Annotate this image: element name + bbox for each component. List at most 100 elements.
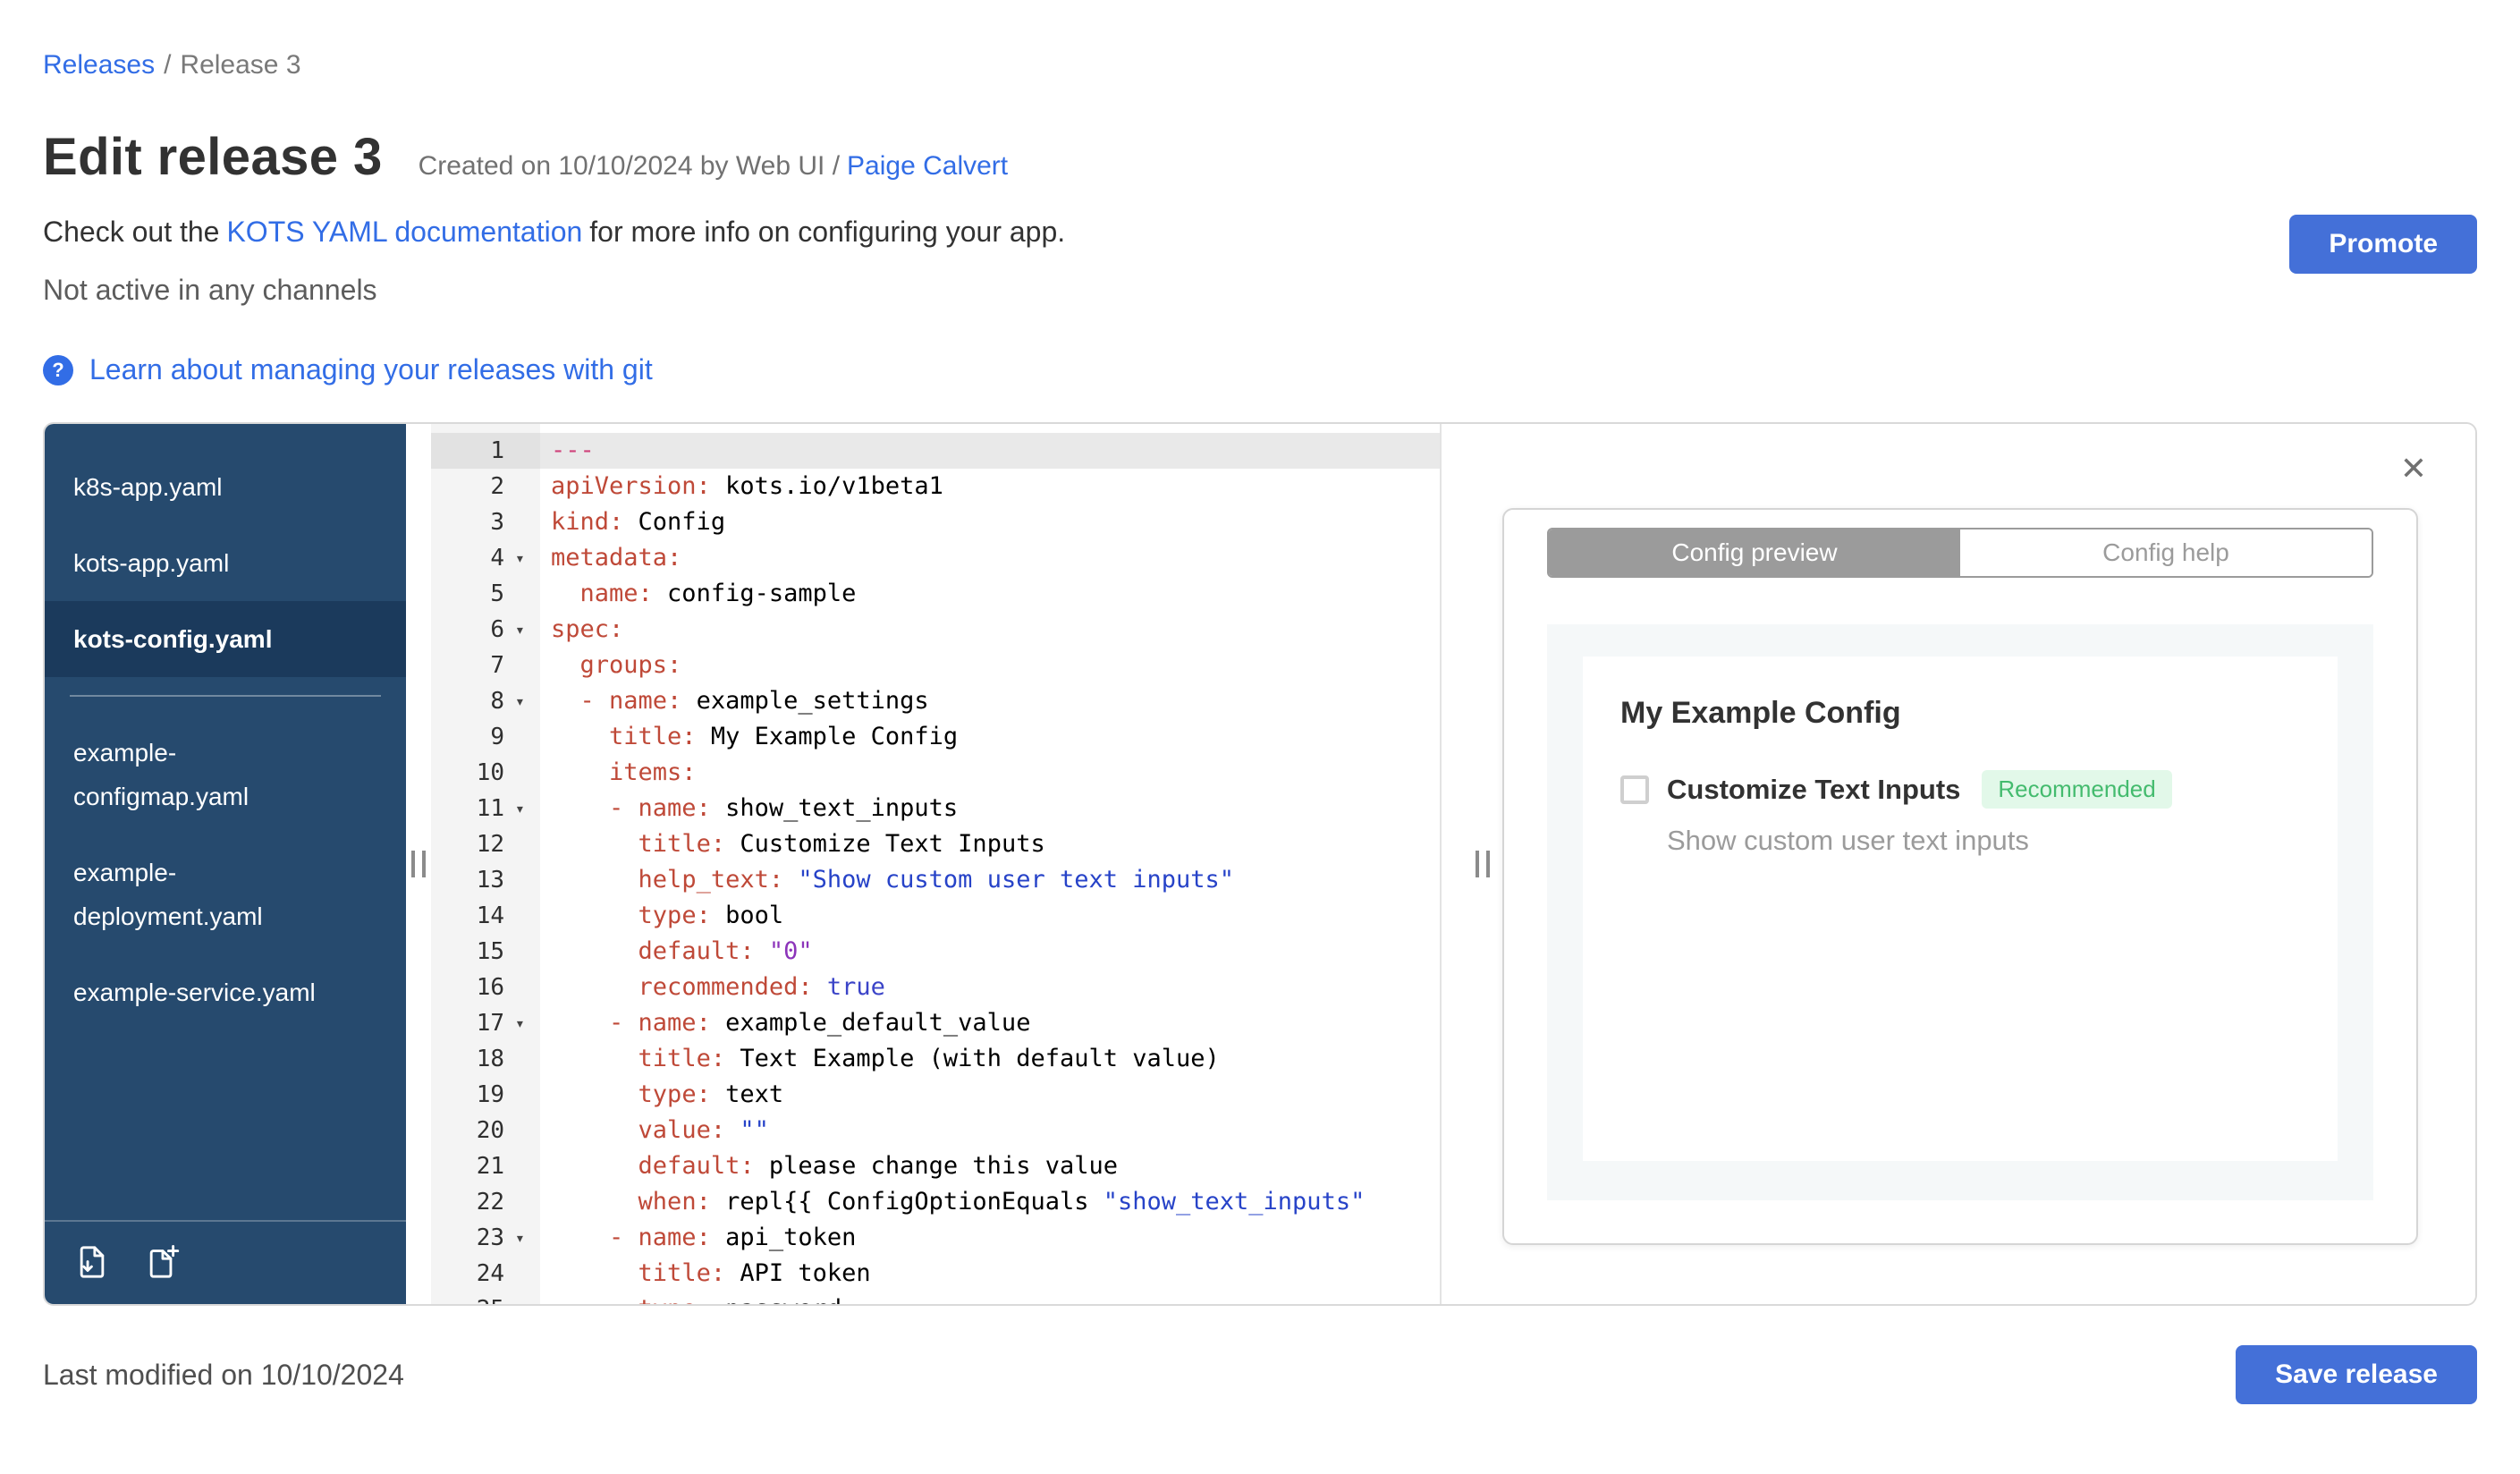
code-line-17[interactable]: - name: example_default_value [540,1005,1440,1041]
breadcrumb-current: Release 3 [180,50,301,80]
code-line-14[interactable]: type: bool [540,898,1440,934]
author-link[interactable]: Paige Calvert [847,151,1008,181]
line-number: 7 [490,652,504,679]
sidebar-file-example-configmap.yaml[interactable]: example-configmap.yaml [45,715,406,834]
gutter-line-3: 3 [431,504,540,540]
gutter-line-17: 17 ▾ [431,1005,540,1041]
code-line-8[interactable]: - name: example_settings [540,683,1440,719]
line-number: 22 [476,1189,504,1216]
sidebar-resize-column [406,424,431,1304]
breadcrumb-separator: / [164,50,172,80]
line-number: 4 [490,545,504,572]
code-line-3[interactable]: kind: Config [540,504,1440,540]
code-line-9[interactable]: title: My Example Config [540,719,1440,755]
sidebar-file-k8s-app.yaml[interactable]: k8s-app.yaml [45,449,406,525]
add-file-icon[interactable] [143,1243,181,1281]
line-number: 17 [476,1010,504,1037]
doc-text-prefix: Check out the [43,216,220,248]
yaml-editor[interactable]: 1 2 3 4 ▾ 5 6 ▾ 7 8 ▾ 9 10 11 ▾ 12 13 14 15 16 17 ▾ 18 19 20 21 22… [431,424,1442,1304]
line-number: 20 [476,1117,504,1144]
code-line-16[interactable]: recommended: true [540,970,1440,1005]
config-preview-box: Config preview Config help My Example Co… [1502,508,2418,1245]
config-group-title: My Example Config [1620,696,1901,730]
line-number: 1 [490,437,504,464]
config-preview-pane: ✕ Config preview Config help My Example … [1442,424,2475,1304]
kots-yaml-doc-link[interactable]: KOTS YAML documentation [226,216,582,248]
drag-handle-icon[interactable] [1476,851,1490,877]
code-line-15[interactable]: default: "0" [540,934,1440,970]
gutter-line-13: 13 [431,862,540,898]
config-item-row: Customize Text Inputs Recommended [1620,770,2300,809]
fold-arrow-icon[interactable]: ▾ [512,1014,540,1033]
doc-row: Check out the KOTS YAML documentation for … [43,216,2477,249]
line-number: 9 [490,724,504,750]
promote-button[interactable]: Promote [2289,215,2477,274]
code-line-20[interactable]: value: "" [540,1113,1440,1148]
fold-arrow-icon[interactable]: ▾ [512,800,540,818]
breadcrumb-releases-link[interactable]: Releases [43,50,155,80]
code-line-25[interactable]: type: password [540,1292,1440,1304]
code-line-21[interactable]: default: please change this value [540,1148,1440,1184]
file-sidebar: k8s-app.yaml kots-app.yaml kots-config.yam… [45,424,406,1304]
line-number: 2 [490,473,504,500]
sidebar-file-example-service.yaml[interactable]: example-service.yaml [45,954,406,1030]
code-line-4[interactable]: metadata: [540,540,1440,576]
fold-arrow-icon[interactable]: ▾ [512,549,540,568]
file-name-label: example-deployment.yaml [73,859,263,930]
code-line-18[interactable]: title: Text Example (with default value) [540,1041,1440,1077]
gutter-line-11: 11 ▾ [431,791,540,826]
code-line-10[interactable]: items: [540,755,1440,791]
line-number: 25 [431,1296,512,1304]
code-line-2[interactable]: apiVersion: kots.io/v1beta1 [540,469,1440,504]
line-number: 18 [476,1046,504,1072]
line-number: 13 [476,867,504,894]
channel-status: Not active in any channels [43,274,377,306]
gutter-line-23: 23 ▾ [431,1220,540,1256]
file-list-top: k8s-app.yaml kots-app.yaml kots-config.yam… [45,449,406,677]
sidebar-file-kots-app.yaml[interactable]: kots-app.yaml [45,525,406,601]
code-line-7[interactable]: groups: [540,648,1440,683]
code-line-12[interactable]: title: Customize Text Inputs [540,826,1440,862]
gutter-line-15: 15 [431,934,540,970]
gutter-line-24: 24 [431,1256,540,1292]
code-line-1[interactable]: --- [540,433,1440,469]
sidebar-file-example-deployment.yaml[interactable]: example-deployment.yaml [45,834,406,954]
editor-code-area[interactable]: --- apiVersion: kots.io/v1beta1 kind: Conf… [540,424,1440,1304]
gutter-line-22: 22 [431,1184,540,1220]
fold-arrow-icon[interactable]: ▾ [512,1229,540,1248]
code-line-6[interactable]: spec: [540,612,1440,648]
drag-handle-icon[interactable] [411,851,426,877]
gutter-line-7: 7 [431,648,540,683]
code-line-22[interactable]: when: repl{{ ConfigOptionEquals "show_te… [540,1184,1440,1220]
code-line-11[interactable]: - name: show_text_inputs [540,791,1440,826]
code-line-24[interactable]: title: API token [540,1256,1440,1292]
save-release-button[interactable]: Save release [2236,1345,2477,1404]
config-item-label: Customize Text Inputs [1667,773,1961,805]
fold-arrow-icon[interactable]: ▾ [512,692,540,711]
close-icon[interactable]: ✕ [2400,453,2427,485]
tab-config-preview[interactable]: Config preview [1549,529,1960,576]
code-line-5[interactable]: name: config-sample [540,576,1440,612]
gutter-line-5: 5 [431,576,540,612]
footer-row: Last modified on 10/10/2024 Save release [43,1345,2477,1404]
code-line-19[interactable]: type: text [540,1077,1440,1113]
git-releases-link[interactable]: Learn about managing your releases with … [89,353,653,386]
code-line-13[interactable]: help_text: "Show custom user text inputs… [540,862,1440,898]
line-number: 11 [476,795,504,822]
sidebar-file-kots-config.yaml[interactable]: kots-config.yaml [45,601,406,677]
recommended-badge: Recommended [1982,770,2172,809]
upload-file-icon[interactable] [73,1243,111,1281]
fold-arrow-icon[interactable]: ▾ [512,621,540,640]
line-number: 3 [490,509,504,536]
created-text: Created on 10/10/2024 by Web UI / [418,151,841,181]
file-name-label: example-configmap.yaml [73,739,249,810]
preview-tabs: Config preview Config help [1547,528,2373,578]
line-number: 21 [476,1153,504,1180]
line-number: 15 [476,938,504,965]
customize-text-inputs-checkbox[interactable] [1620,775,1649,804]
code-line-23[interactable]: - name: api_token [540,1220,1440,1256]
line-number: 6 [490,616,504,643]
tab-config-help[interactable]: Config help [1960,529,2372,576]
gutter-line-1: 1 [431,433,540,469]
sidebar-divider [70,695,381,697]
